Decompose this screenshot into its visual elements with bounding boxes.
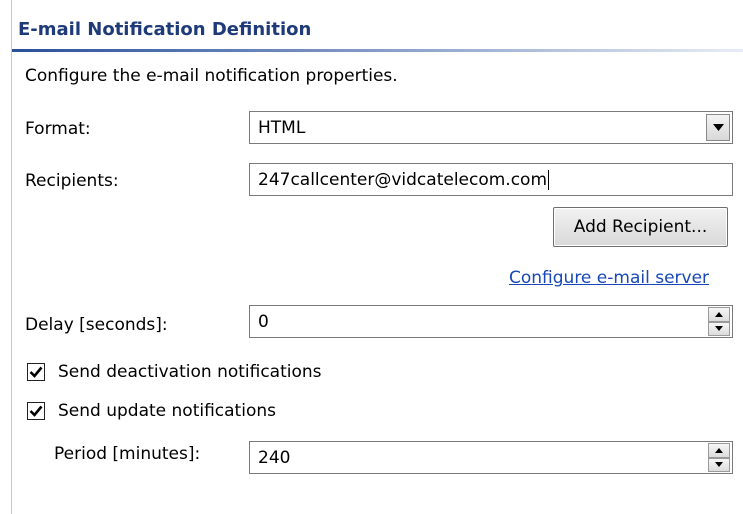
period-value: 240 [258, 447, 291, 468]
recipients-label: Recipients: [25, 171, 119, 191]
spin-down-icon [715, 462, 723, 468]
spin-up-icon [715, 447, 723, 453]
period-decrement-button[interactable] [708, 457, 730, 472]
deactivation-checkbox[interactable] [27, 363, 45, 381]
format-select[interactable]: HTML [249, 111, 733, 144]
period-label: Period [minutes]: [54, 444, 201, 464]
deactivation-label: Send deactivation notifications [58, 362, 322, 382]
delay-spin-buttons [708, 307, 730, 336]
format-selected-value: HTML [258, 117, 306, 138]
chevron-down-icon [712, 124, 724, 131]
section-description: Configure the e-mail notification proper… [25, 66, 398, 86]
update-label: Send update notifications [58, 401, 276, 421]
deactivation-checkbox-row[interactable]: Send deactivation notifications [27, 362, 322, 382]
update-checkbox[interactable] [27, 402, 45, 420]
update-checkbox-row[interactable]: Send update notifications [27, 401, 276, 421]
recipients-input-value: 247callcenter@vidcatelecom.com [258, 169, 548, 190]
delay-value: 0 [258, 311, 269, 332]
configure-email-server-link[interactable]: Configure e-mail server [509, 268, 709, 288]
checkmark-icon [29, 405, 43, 417]
delay-label: Delay [seconds]: [25, 315, 168, 335]
section-divider [12, 49, 743, 52]
section-title: E-mail Notification Definition [18, 19, 312, 40]
delay-increment-button[interactable] [708, 307, 730, 322]
checkmark-icon [29, 366, 43, 378]
format-label: Format: [25, 119, 91, 139]
recipients-input[interactable]: 247callcenter@vidcatelecom.com [249, 163, 733, 196]
period-increment-button[interactable] [708, 443, 730, 458]
format-dropdown-button[interactable] [706, 114, 730, 141]
period-spinner[interactable]: 240 [249, 441, 733, 474]
add-recipient-button[interactable]: Add Recipient... [553, 207, 728, 247]
delay-spinner[interactable]: 0 [249, 305, 733, 338]
period-spin-buttons [708, 443, 730, 472]
email-notification-panel: E-mail Notification Definition Configure… [0, 0, 743, 514]
delay-decrement-button[interactable] [708, 321, 730, 336]
text-cursor [548, 169, 550, 190]
spin-up-icon [715, 311, 723, 317]
spin-down-icon [715, 326, 723, 332]
panel-left-border [11, 0, 12, 514]
